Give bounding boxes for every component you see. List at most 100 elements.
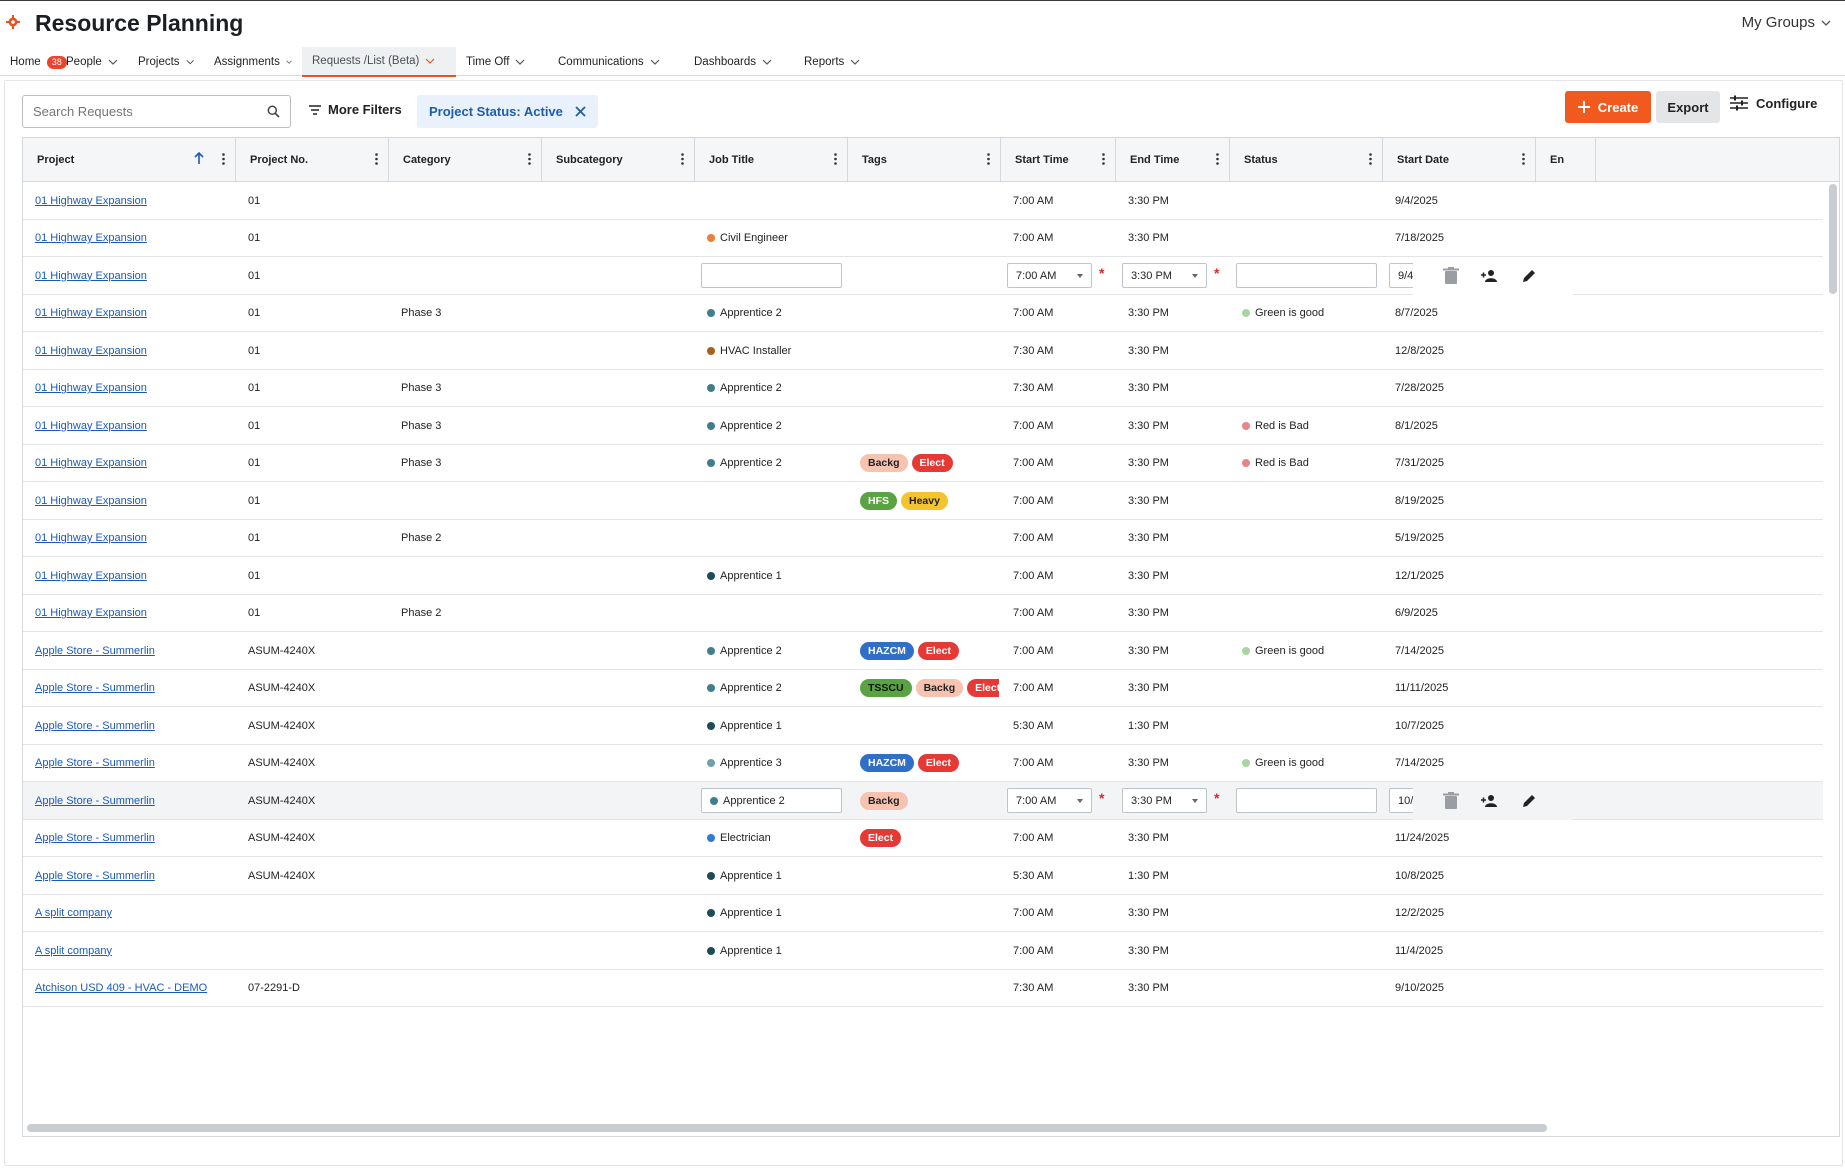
project-link[interactable]: Apple Store - Summerlin xyxy=(35,720,155,732)
project-link[interactable]: 01 Highway Expansion xyxy=(35,307,147,319)
nav-item[interactable]: Requests /List (Beta) xyxy=(302,47,456,77)
delete-icon[interactable] xyxy=(1443,791,1459,810)
end-time-select[interactable]: 3:30 PM xyxy=(1122,788,1207,814)
project-link[interactable]: Apple Store - Summerlin xyxy=(35,682,155,694)
table-row[interactable]: Apple Store - Summerlin ASUM-4240X Apprent… xyxy=(23,669,1823,708)
project-cell[interactable]: Apple Store - Summerlin xyxy=(35,820,234,858)
sort-ascending-icon[interactable] xyxy=(193,151,205,165)
project-cell[interactable]: 01 Highway Expansion xyxy=(35,182,234,220)
table-row[interactable]: 01 Highway Expansion 01 Civil Engineer 7:00… xyxy=(23,219,1823,258)
project-link[interactable]: 01 Highway Expansion xyxy=(35,345,147,357)
project-cell[interactable]: Apple Store - Summerlin xyxy=(35,857,234,895)
more-filters-button[interactable]: More Filters xyxy=(309,102,402,117)
project-link[interactable]: Apple Store - Summerlin xyxy=(35,645,155,657)
project-cell[interactable]: 01 Highway Expansion xyxy=(35,595,234,633)
project-cell[interactable]: 01 Highway Expansion xyxy=(35,295,234,333)
vertical-scrollbar[interactable] xyxy=(1829,184,1837,294)
start-time-select[interactable]: 7:00 AM xyxy=(1007,788,1092,814)
table-row[interactable]: 01 Highway Expansion 01 Phase 3 Apprentice … xyxy=(23,407,1823,445)
project-link[interactable]: Atchison USD 409 - HVAC - DEMO xyxy=(35,982,207,994)
column-header[interactable]: Status xyxy=(1230,138,1383,182)
project-cell[interactable]: Apple Store - Summerlin xyxy=(35,707,234,745)
project-cell[interactable]: 01 Highway Expansion xyxy=(35,370,234,408)
table-row[interactable]: 01 Highway Expansion 01 7:00 AM 3:30 PM 9/4/… xyxy=(23,182,1823,220)
table-row[interactable]: 01 Highway Expansion 01 Phase 3 Apprentice … xyxy=(23,444,1823,483)
column-header[interactable]: Project No. xyxy=(236,138,389,182)
table-row[interactable]: Apple Store - Summerlin ASUM-4240X Apprent… xyxy=(23,632,1823,670)
create-button[interactable]: Create xyxy=(1565,91,1651,123)
project-cell[interactable]: A split company xyxy=(35,895,234,933)
project-link[interactable]: 01 Highway Expansion xyxy=(35,382,147,394)
table-row[interactable]: 01 Highway Expansion 01 Phase 3 Apprentice … xyxy=(23,294,1823,333)
table-row[interactable]: 01 Highway Expansion 01 Phase 3 Apprentice … xyxy=(23,369,1823,408)
start-time-select[interactable]: 7:00 AM xyxy=(1007,263,1092,289)
search-box[interactable] xyxy=(22,95,291,128)
export-button[interactable]: Export xyxy=(1656,91,1720,123)
status-select[interactable] xyxy=(1236,263,1377,289)
column-header[interactable]: Subcategory xyxy=(542,138,695,182)
project-link[interactable]: Apple Store - Summerlin xyxy=(35,795,155,807)
project-cell[interactable]: 01 Highway Expansion xyxy=(35,445,234,483)
project-cell[interactable]: 01 Highway Expansion xyxy=(35,220,234,258)
column-header[interactable]: Category xyxy=(389,138,542,182)
nav-item[interactable]: Communications xyxy=(548,47,684,77)
project-link[interactable]: A split company xyxy=(35,907,112,919)
job-title-input[interactable]: Apprentice 2 xyxy=(701,788,842,814)
column-menu-icon[interactable] xyxy=(375,153,378,165)
project-link[interactable]: 01 Highway Expansion xyxy=(35,532,147,544)
table-row[interactable]: Atchison USD 409 - HVAC - DEMO 07-2291-D 7… xyxy=(23,969,1823,1008)
nav-item[interactable]: People xyxy=(56,47,128,77)
edit-pencil-icon[interactable] xyxy=(1521,793,1537,809)
project-link[interactable]: Apple Store - Summerlin xyxy=(35,870,155,882)
end-time-select[interactable]: 3:30 PM xyxy=(1122,263,1207,289)
project-cell[interactable]: Apple Store - Summerlin xyxy=(35,632,234,670)
column-header[interactable]: Start Date xyxy=(1383,138,1536,182)
column-menu-icon[interactable] xyxy=(681,153,684,165)
table-row[interactable]: 01 Highway Expansion 01 Phase 2 7:00 AM 3:30… xyxy=(23,594,1823,633)
project-link[interactable]: A split company xyxy=(35,945,112,957)
horizontal-scrollbar[interactable] xyxy=(27,1124,1547,1132)
column-menu-icon[interactable] xyxy=(834,153,837,165)
column-menu-icon[interactable] xyxy=(1522,153,1525,165)
table-row[interactable]: 01 Highway Expansion 01 Apprentice 1 7:00 A… xyxy=(23,557,1823,595)
table-row[interactable]: 01 Highway Expansion 01 HVAC Installer 7:30… xyxy=(23,332,1823,370)
job-title-input[interactable] xyxy=(701,263,842,289)
nav-item[interactable]: Time Off xyxy=(456,47,548,77)
assign-person-icon[interactable] xyxy=(1481,794,1499,808)
table-row[interactable]: Apple Store - Summerlin ASUM-4240X Apprent… xyxy=(23,782,1823,820)
project-link[interactable]: 01 Highway Expansion xyxy=(35,195,147,207)
nav-item[interactable]: Home 38 xyxy=(0,47,67,77)
configure-button[interactable]: Configure xyxy=(1730,95,1817,111)
column-header[interactable]: Project xyxy=(23,138,236,182)
project-cell[interactable]: 01 Highway Expansion xyxy=(35,257,234,295)
table-row[interactable]: A split company Apprentice 1 7:00 AM 3:30 P… xyxy=(23,894,1823,933)
project-link[interactable]: 01 Highway Expansion xyxy=(35,232,147,244)
project-link[interactable]: 01 Highway Expansion xyxy=(35,270,147,282)
project-cell[interactable]: Atchison USD 409 - HVAC - DEMO xyxy=(35,970,234,1008)
edit-pencil-icon[interactable] xyxy=(1521,268,1537,284)
project-cell[interactable]: 01 Highway Expansion xyxy=(35,407,234,445)
project-cell[interactable]: Apple Store - Summerlin xyxy=(35,745,234,783)
project-cell[interactable]: Apple Store - Summerlin xyxy=(35,782,234,820)
column-header[interactable]: Job Title xyxy=(695,138,848,182)
table-row[interactable]: 01 Highway Expansion 01 7:00 AM * 3:30 PM * 9/… xyxy=(23,257,1823,295)
search-icon[interactable] xyxy=(267,105,280,118)
project-cell[interactable]: 01 Highway Expansion xyxy=(35,520,234,558)
column-menu-icon[interactable] xyxy=(987,153,990,165)
project-link[interactable]: 01 Highway Expansion xyxy=(35,420,147,432)
column-header[interactable]: En xyxy=(1536,138,1596,182)
table-row[interactable]: 01 Highway Expansion 01 Phase 2 7:00 AM 3:30… xyxy=(23,519,1823,558)
column-header[interactable]: End Time xyxy=(1116,138,1230,182)
assign-person-icon[interactable] xyxy=(1481,269,1499,283)
project-link[interactable]: 01 Highway Expansion xyxy=(35,570,147,582)
close-icon[interactable] xyxy=(575,106,586,117)
column-menu-icon[interactable] xyxy=(1102,153,1105,165)
column-menu-icon[interactable] xyxy=(1369,153,1372,165)
project-status-filter-chip[interactable]: Project Status: Active xyxy=(417,95,598,128)
delete-icon[interactable] xyxy=(1443,266,1459,285)
search-input[interactable] xyxy=(33,104,267,119)
my-groups-menu[interactable]: My Groups xyxy=(1742,14,1831,31)
project-link[interactable]: 01 Highway Expansion xyxy=(35,607,147,619)
project-cell[interactable]: Apple Store - Summerlin xyxy=(35,670,234,708)
nav-item[interactable]: Assignments xyxy=(204,47,302,77)
